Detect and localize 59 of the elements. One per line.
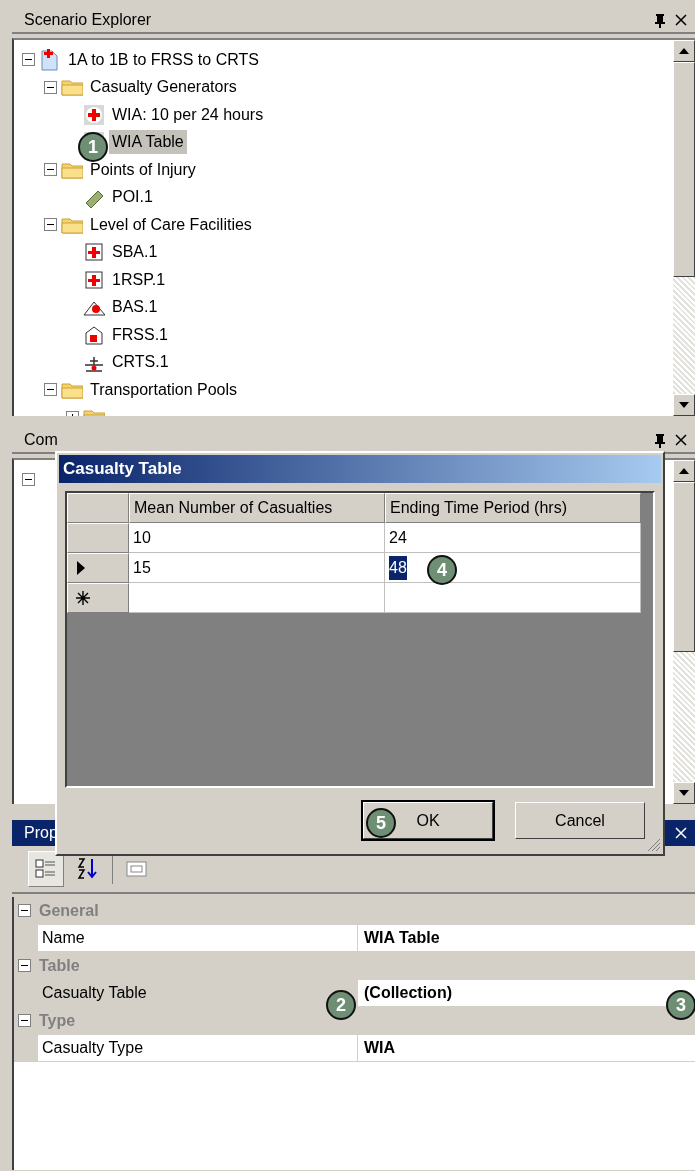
categorized-icon: [34, 857, 58, 881]
column-header[interactable]: Mean Number of Casualties: [129, 493, 385, 523]
category-label: Table: [39, 955, 80, 976]
table-cell[interactable]: 10: [129, 523, 385, 553]
table-cell[interactable]: 15: [129, 553, 385, 583]
scroll-up-button[interactable]: [673, 460, 695, 482]
collapse-icon[interactable]: [44, 80, 57, 94]
close-icon[interactable]: [673, 825, 689, 841]
collapse-icon[interactable]: [18, 904, 31, 918]
collapse-icon[interactable]: [22, 53, 35, 67]
tree-item[interactable]: 1RSP.1: [109, 267, 169, 292]
category-label: Type: [39, 1010, 76, 1031]
scroll-down-button[interactable]: [673, 394, 695, 416]
tree-item[interactable]: Level of Care Facilities: [87, 212, 255, 237]
resize-grip-icon: [647, 838, 661, 852]
collapse-icon[interactable]: [22, 473, 35, 487]
row-header[interactable]: [67, 553, 129, 583]
collapse-icon[interactable]: [18, 959, 31, 973]
property-name[interactable]: Casualty Type: [38, 1034, 358, 1061]
property-name[interactable]: Name: [38, 924, 358, 951]
tree-item[interactable]: CRTS.1: [109, 350, 172, 375]
tree-item[interactable]: 1A to 1B to FRSS to CRTS: [65, 47, 262, 72]
table-cell[interactable]: 24: [385, 523, 641, 553]
tree-item[interactable]: SBA.1: [109, 240, 161, 265]
scroll-up-button[interactable]: [673, 40, 695, 62]
category-label: General: [39, 900, 99, 921]
first-aid-box-icon: [83, 268, 105, 291]
collapse-icon[interactable]: [44, 218, 57, 232]
collapse-icon[interactable]: [44, 383, 57, 397]
scroll-down-button[interactable]: [673, 782, 695, 804]
scrollbar-thumb[interactable]: [673, 62, 695, 277]
tree-item[interactable]: Transportation Pools: [87, 377, 241, 402]
tree-item[interactable]: POI.1: [109, 185, 156, 210]
scrollbar-thumb[interactable]: [673, 482, 695, 652]
tree-item[interactable]: BAS.1: [109, 295, 161, 320]
tree-item[interactable]: WIA: 10 per 24 hours: [109, 102, 267, 127]
document-icon: [39, 48, 61, 71]
property-value[interactable]: WIA: [358, 1034, 695, 1061]
tree-item[interactable]: WIA Table: [109, 130, 187, 155]
row-header[interactable]: [67, 583, 129, 613]
row-header: [67, 493, 129, 523]
cell-text[interactable]: 48: [389, 555, 407, 580]
sort-az-icon: [76, 857, 100, 881]
close-icon[interactable]: [673, 12, 689, 28]
close-icon[interactable]: [673, 432, 689, 448]
panel-title: Scenario Explorer: [24, 10, 153, 30]
pin-icon[interactable]: [653, 12, 667, 28]
column-header[interactable]: Ending Time Period (hrs): [385, 493, 641, 523]
panel-title: Com: [24, 430, 59, 450]
tree-item[interactable]: Casualty Generators: [87, 75, 240, 100]
pin-icon[interactable]: [653, 432, 667, 448]
collapse-icon[interactable]: [18, 1014, 31, 1028]
tree-item[interactable]: FRSS.1: [109, 322, 171, 347]
collapse-icon[interactable]: [44, 163, 57, 177]
property-value[interactable]: WIA Table: [358, 924, 695, 951]
cancel-button[interactable]: Cancel: [515, 802, 645, 839]
dialog-title-bar: Casualty Table: [59, 455, 661, 483]
first-aid-box-icon: [83, 241, 105, 264]
asterisk-icon: [76, 591, 90, 605]
